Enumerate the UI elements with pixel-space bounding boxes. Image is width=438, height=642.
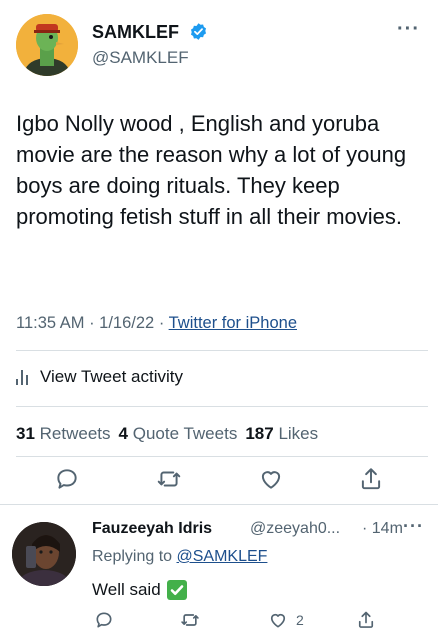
tweet-time[interactable]: 11:35 AM bbox=[16, 314, 85, 332]
author-name-text[interactable]: SAMKLEF bbox=[92, 22, 179, 42]
likes-label: Likes bbox=[278, 424, 319, 443]
activity-bars-icon bbox=[16, 369, 32, 385]
tweet-date[interactable]: 1/16/22 bbox=[99, 314, 154, 332]
more-icon[interactable]: ··· bbox=[403, 516, 424, 537]
author-avatar[interactable] bbox=[16, 14, 78, 76]
like-icon[interactable] bbox=[268, 610, 288, 630]
view-tweet-activity-button[interactable]: View Tweet activity bbox=[16, 367, 183, 387]
check-mark-emoji bbox=[166, 580, 187, 600]
tweet-meta: 11:35 AM · 1/16/22 · Twitter for iPhone bbox=[16, 314, 297, 333]
meta-separator: · bbox=[84, 314, 100, 332]
share-icon[interactable] bbox=[356, 610, 376, 630]
replying-prefix: Replying to bbox=[92, 548, 177, 565]
divider bbox=[16, 406, 428, 407]
likes-count: 187 bbox=[245, 424, 274, 443]
author-name[interactable]: SAMKLEF bbox=[92, 22, 208, 43]
replying-to: Replying to @SAMKLEF bbox=[92, 548, 267, 566]
reply-avatar[interactable] bbox=[12, 522, 76, 586]
likes-stat[interactable]: 187 Likes bbox=[245, 424, 318, 443]
retweets-count: 31 bbox=[16, 424, 35, 443]
reply-text-content: Well said bbox=[92, 580, 161, 599]
reply-likes-count: 2 bbox=[296, 612, 304, 628]
more-icon[interactable]: ··· bbox=[397, 18, 420, 41]
quotes-label: Quote Tweets bbox=[132, 424, 238, 443]
reply-icon[interactable] bbox=[54, 466, 80, 492]
verified-badge-icon bbox=[190, 23, 207, 40]
reply-action-bar: 2 bbox=[0, 610, 438, 636]
tweet-source-link[interactable]: Twitter for iPhone bbox=[169, 314, 297, 332]
divider bbox=[16, 350, 428, 351]
reply-author-name[interactable]: Fauzeeyah Idris bbox=[92, 520, 212, 538]
activity-label: View Tweet activity bbox=[40, 367, 183, 386]
retweet-icon[interactable] bbox=[156, 466, 182, 492]
reply-time[interactable]: · 14m bbox=[362, 520, 403, 538]
quotes-stat[interactable]: 4 Quote Tweets bbox=[119, 424, 238, 443]
tweet-action-bar bbox=[0, 466, 438, 500]
retweets-stat[interactable]: 31 Retweets bbox=[16, 424, 111, 443]
divider bbox=[16, 456, 428, 457]
reply-tweet[interactable]: Fauzeeyah Idris @zeeyah0... · 14m ··· Re… bbox=[0, 510, 438, 642]
tweet-stats: 31 Retweets 4 Quote Tweets 187 Likes bbox=[16, 424, 318, 444]
reply-author-handle[interactable]: @zeeyah0... bbox=[250, 520, 340, 538]
retweet-icon[interactable] bbox=[180, 610, 200, 630]
share-icon[interactable] bbox=[358, 466, 384, 492]
tweet-text: Igbo Nolly wood , English and yoruba mov… bbox=[16, 111, 407, 229]
replying-mention-link[interactable]: @SAMKLEF bbox=[177, 548, 268, 565]
like-icon[interactable] bbox=[258, 466, 284, 492]
tweet-header: SAMKLEF @SAMKLEF ··· bbox=[0, 0, 438, 90]
retweets-label: Retweets bbox=[39, 424, 111, 443]
meta-separator: · bbox=[154, 314, 169, 332]
author-handle[interactable]: @SAMKLEF bbox=[92, 48, 189, 68]
quotes-count: 4 bbox=[118, 424, 128, 443]
reply-icon[interactable] bbox=[94, 610, 114, 630]
divider bbox=[0, 504, 438, 505]
reply-text: Well said bbox=[92, 580, 187, 600]
